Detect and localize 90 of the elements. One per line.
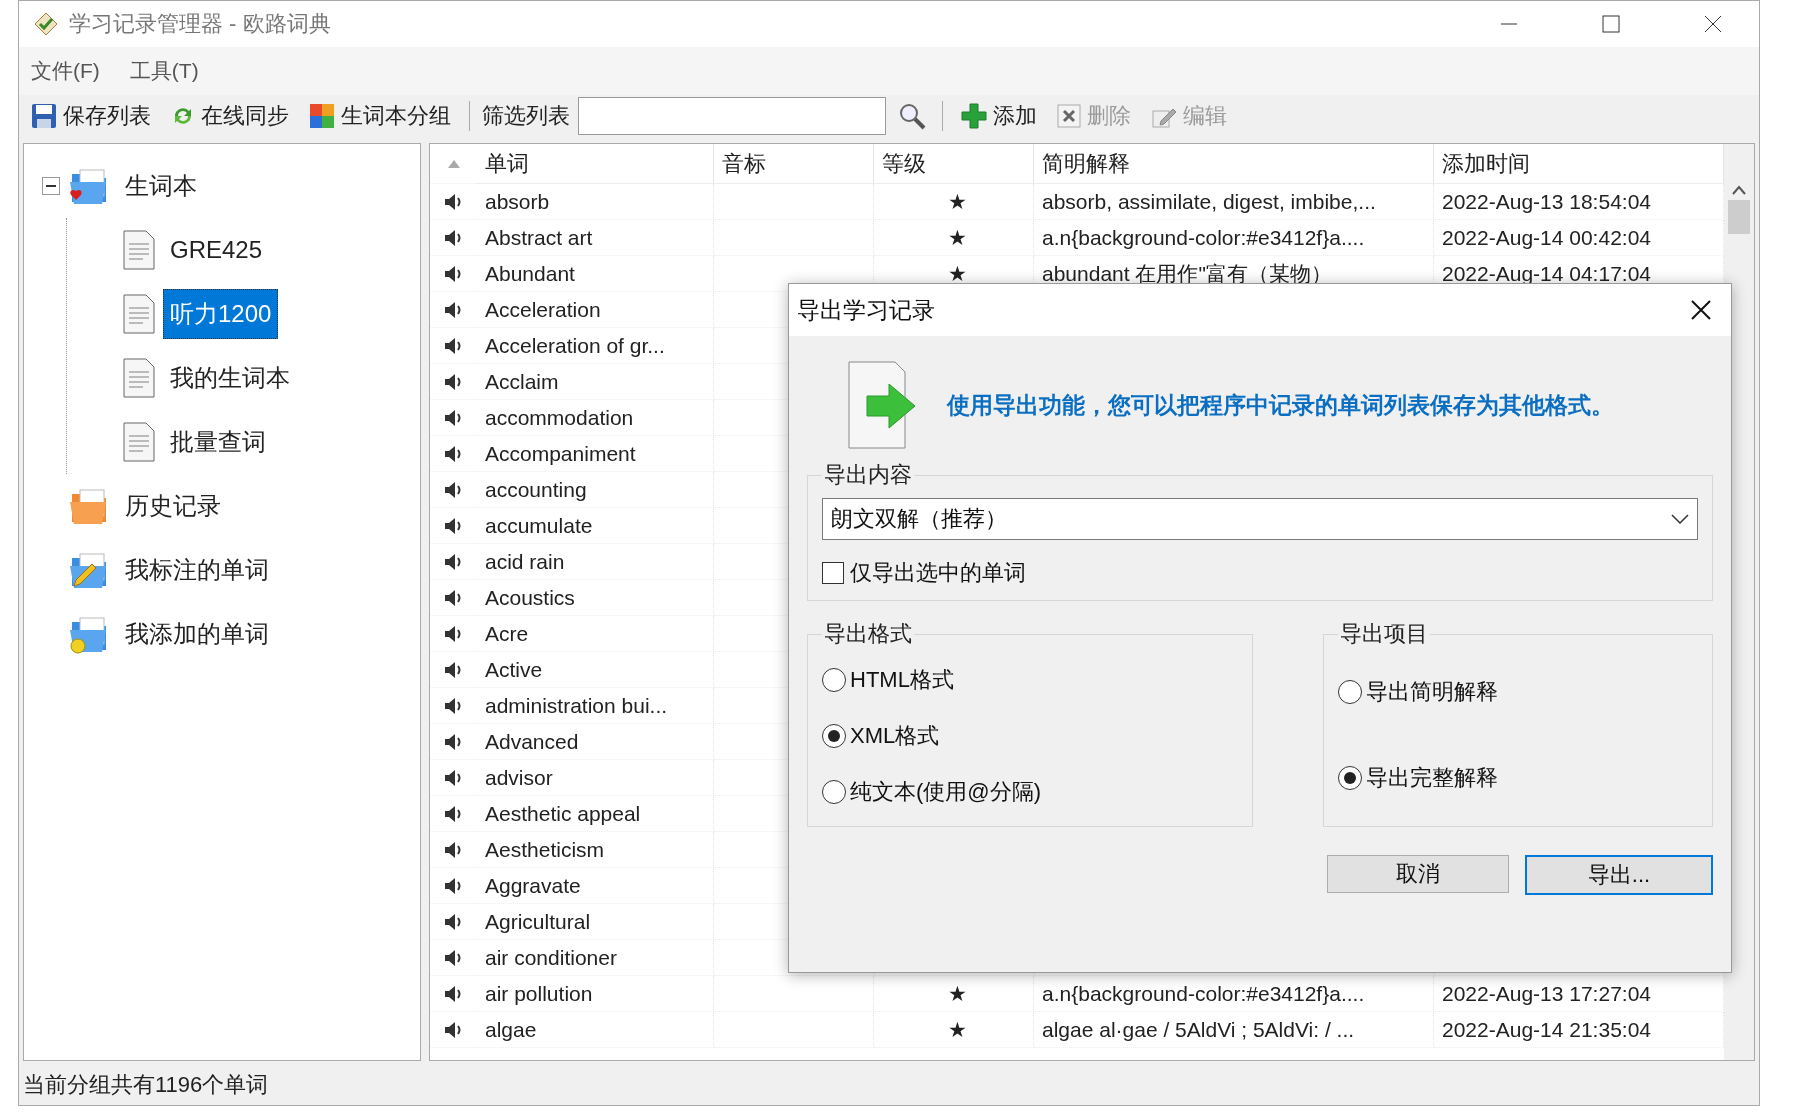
group-label: 导出内容 (823, 461, 913, 489)
collapse-icon[interactable] (42, 177, 60, 195)
radio-dot[interactable] (822, 668, 846, 692)
word-cell: air conditioner (477, 940, 714, 976)
word-cell: Agricultural (477, 904, 714, 940)
word-cell: Aggravate (477, 868, 714, 904)
maximize-icon[interactable] (1601, 14, 1621, 34)
word-cell: Aesthetic appeal (477, 796, 714, 832)
group-label: 导出项目 (1339, 620, 1429, 648)
info-message: 使用导出功能，您可以把程序中记录的单词列表保存为其他格式。 (947, 390, 1614, 420)
item-radio[interactable]: 导出完整解释 (1338, 763, 1698, 793)
tree-item[interactable]: 生词本 (118, 161, 204, 211)
word-cell: algae (477, 1012, 714, 1048)
radio-dot[interactable] (1338, 766, 1362, 790)
word-cell: Acre (477, 616, 714, 652)
word-cell: acid rain (477, 544, 714, 580)
selected-only-checkbox[interactable]: 仅导出选中的单词 (822, 558, 1698, 588)
close-icon[interactable] (1690, 299, 1712, 321)
tree-item[interactable]: 我的生词本 (163, 353, 297, 403)
radio-dot[interactable] (822, 724, 846, 748)
radio-dot[interactable] (822, 780, 846, 804)
column-header[interactable]: 单词 (477, 144, 714, 184)
tree-item[interactable]: 我添加的单词 (118, 609, 276, 659)
scroll-thumb[interactable] (1728, 200, 1750, 234)
toolbar-button[interactable]: 保存列表 (25, 99, 157, 133)
chevron-down-icon (1671, 514, 1689, 524)
tree-item[interactable]: 我标注的单词 (118, 545, 276, 595)
word-cell: Abundant (477, 256, 714, 292)
column-header[interactable]: 简明解释 (1034, 144, 1434, 184)
app-logo-icon (33, 11, 59, 37)
menu-item[interactable]: 工具(T) (127, 53, 201, 89)
sort-up-icon (446, 158, 461, 169)
document-icon (123, 422, 155, 462)
word-cell: absorb (477, 184, 714, 220)
word-cell: Acclaim (477, 364, 714, 400)
column-header[interactable]: 等级 (874, 144, 1034, 184)
menu-item[interactable]: 文件(F) (29, 53, 102, 89)
close-icon[interactable] (1703, 14, 1723, 34)
definition-cell: a.n{background-color:#e3412f}a.... (1034, 220, 1434, 256)
toolbar-button[interactable]: 添加 (955, 99, 1043, 133)
tree-item[interactable]: 批量查词 (163, 417, 273, 467)
column-header[interactable]: 音标 (714, 144, 874, 184)
format-radio[interactable]: HTML格式 (822, 665, 1238, 695)
word-cell: Advanced (477, 724, 714, 760)
word-cell: Accompaniment (477, 436, 714, 472)
radio-dot[interactable] (1338, 680, 1362, 704)
scroll-up-icon[interactable] (1731, 184, 1747, 196)
content-select[interactable]: 朗文双解（推荐） (822, 498, 1698, 540)
group-label: 导出格式 (823, 620, 913, 648)
checkbox[interactable] (822, 562, 844, 584)
color-grid-icon (309, 103, 335, 129)
level-cell: ★ (874, 1012, 1034, 1048)
item-radio[interactable]: 导出简明解释 (1338, 677, 1698, 707)
filter-label: 筛选列表 (482, 102, 570, 130)
format-radio[interactable]: 纯文本(使用@分隔) (822, 777, 1238, 807)
word-cell: accumulate (477, 508, 714, 544)
document-icon (123, 230, 155, 270)
word-cell: Active (477, 652, 714, 688)
word-cell: air pollution (477, 976, 714, 1012)
definition-cell: algae al·gae / 5AldVi ; 5AldVi: / ... (1034, 1012, 1434, 1048)
level-cell: ★ (874, 976, 1034, 1012)
document-icon (123, 358, 155, 398)
definition-cell: a.n{background-color:#e3412f}a.... (1034, 976, 1434, 1012)
status-text: 当前分组共有1196个单词 (23, 1071, 269, 1099)
filter-field[interactable] (578, 97, 886, 135)
word-cell: Acceleration (477, 292, 714, 328)
definition-cell: absorb, assimilate, digest, imbibe,... (1034, 184, 1434, 220)
word-cell: advisor (477, 760, 714, 796)
tree-item[interactable]: 听力1200 (163, 289, 279, 339)
toolbar-button[interactable]: 在线同步 (165, 99, 295, 133)
dialog-title: 导出学习记录 (797, 295, 936, 325)
plus-icon (961, 103, 987, 129)
word-cell: Acceleration of gr... (477, 328, 714, 364)
window-title: 学习记录管理器 - 欧路词典 (69, 10, 332, 38)
document-icon (123, 294, 155, 334)
dialog-button[interactable]: 导出... (1525, 855, 1713, 895)
word-cell: Acoustics (477, 580, 714, 616)
delete-icon (1057, 104, 1081, 128)
word-cell: Abstract art (477, 220, 714, 256)
word-cell: administration bui... (477, 688, 714, 724)
dialog-button[interactable]: 取消 (1327, 855, 1509, 893)
level-cell: ★ (874, 184, 1034, 220)
word-cell: accounting (477, 472, 714, 508)
word-cell: accommodation (477, 400, 714, 436)
word-cell: Aestheticism (477, 832, 714, 868)
format-radio[interactable]: XML格式 (822, 721, 1238, 751)
tree-item[interactable]: 历史记录 (118, 481, 228, 531)
level-cell: ★ (874, 220, 1034, 256)
toolbar-button[interactable]: 生词本分组 (303, 99, 457, 133)
tree-item[interactable]: GRE425 (163, 227, 270, 273)
